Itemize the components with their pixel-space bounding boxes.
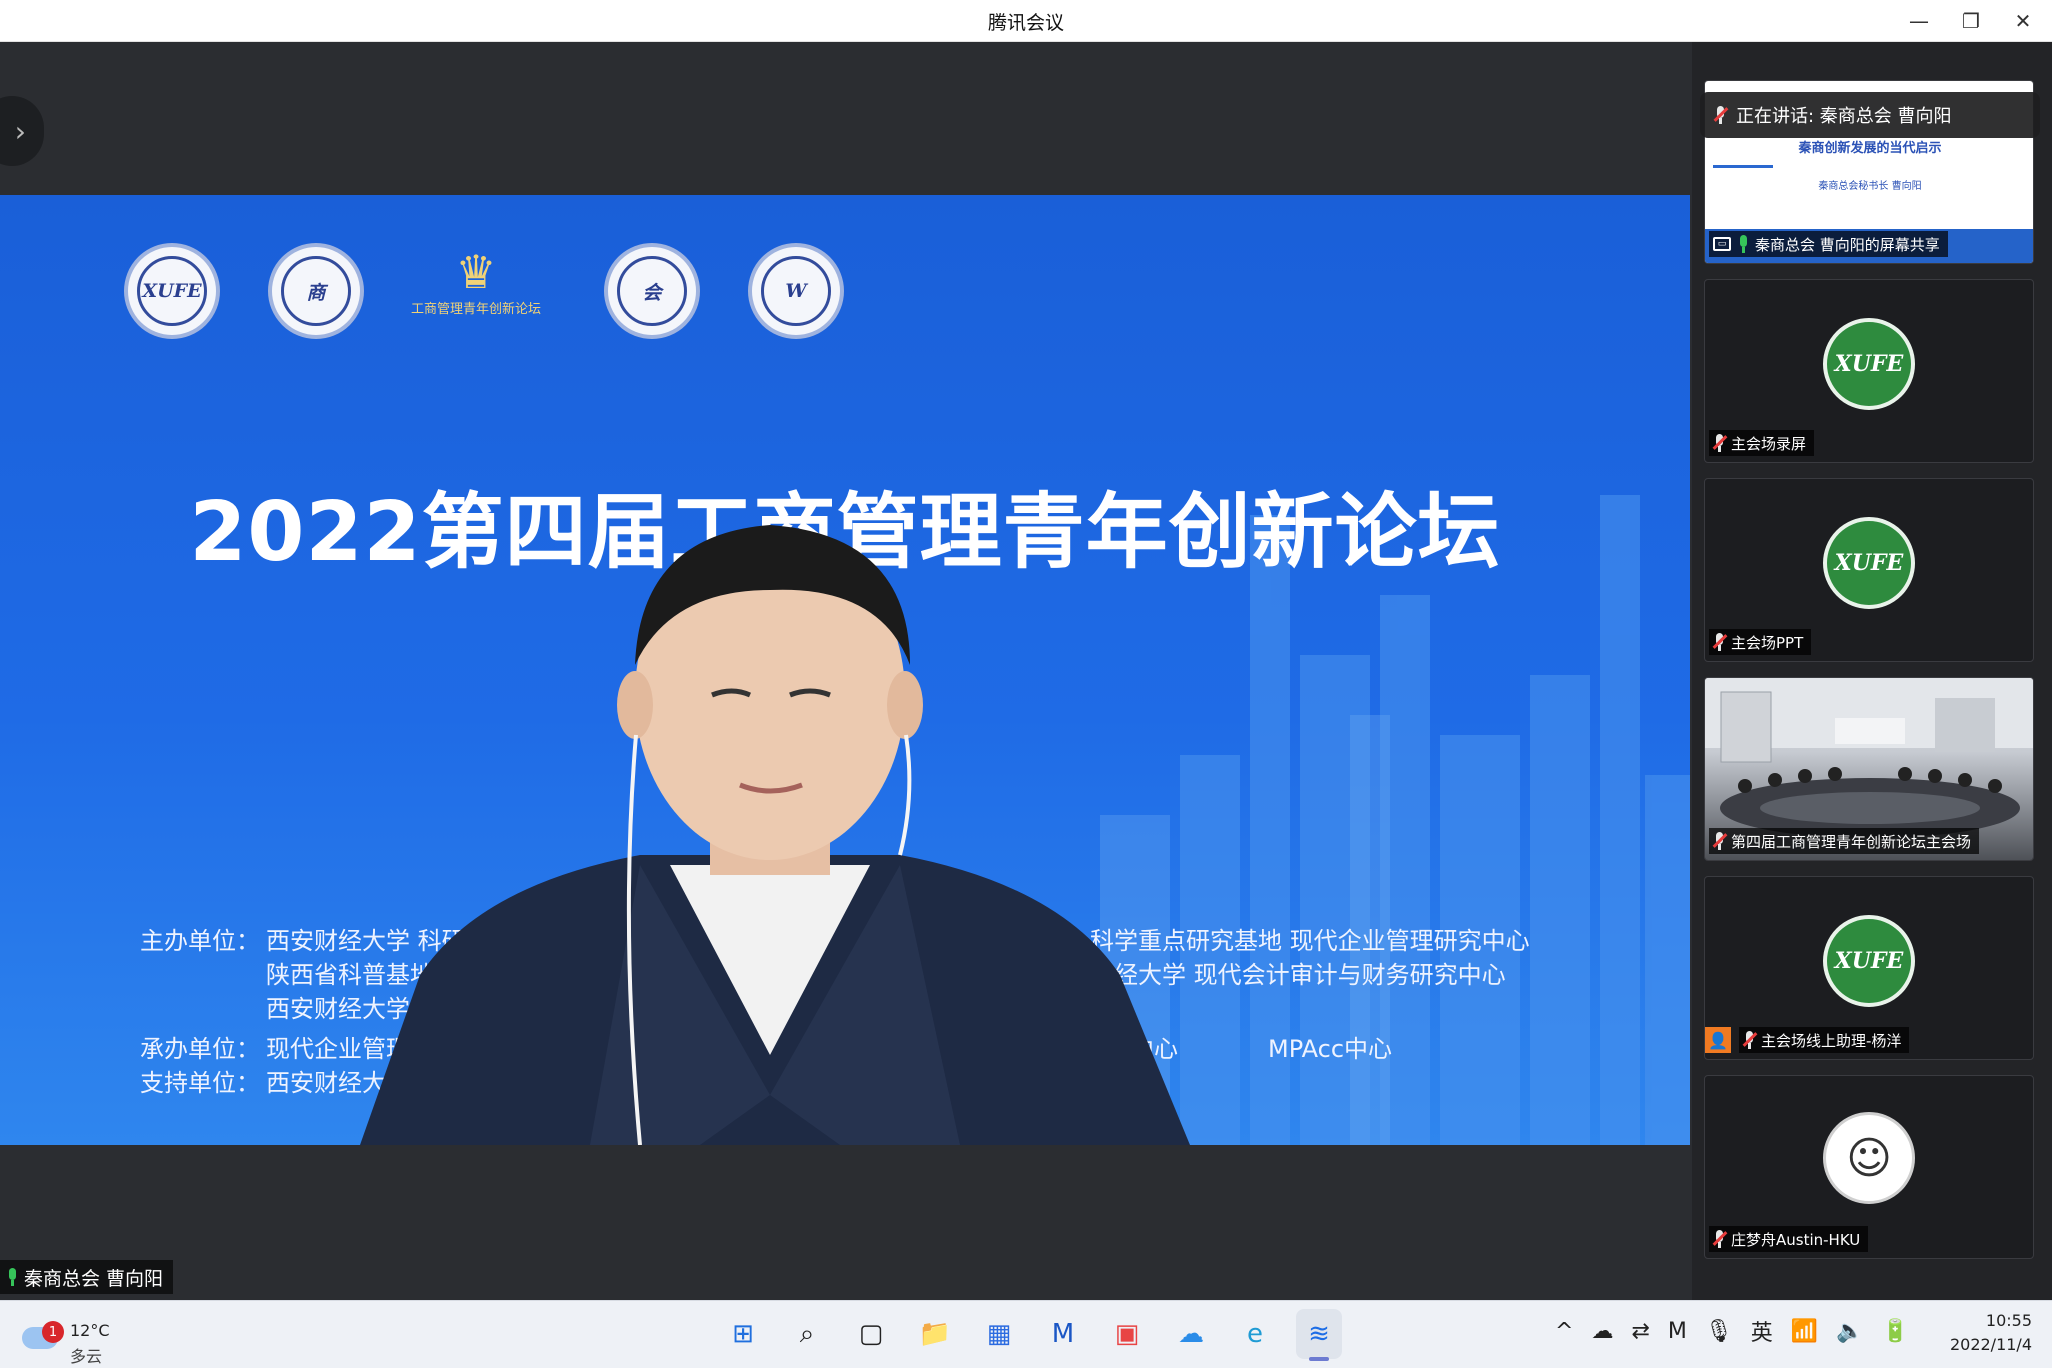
xufe-logo: XUFE <box>1823 318 1915 410</box>
time: 10:55 <box>1985 1311 2032 1330</box>
ime-icon[interactable]: 英 <box>1751 1315 1773 1347</box>
notification-badge: 1 <box>42 1321 64 1343</box>
participant-tile-assistant[interactable]: XUFE 👤 主会场线上助理-杨洋 <box>1704 876 2034 1060</box>
minimize-button[interactable]: — <box>1900 5 1938 37</box>
mic-muted-icon <box>1712 1230 1728 1248</box>
weather-temp: 12°C <box>70 1321 110 1340</box>
participant-tile-ppt[interactable]: XUFE 主会场PPT <box>1704 478 2034 662</box>
close-button[interactable]: ✕ <box>2004 5 2042 37</box>
system-tray: ^ ☁ ⇄ M 🎙 英 📶 🔈 🔋 <box>1555 1315 1909 1347</box>
support-label: 支持单位： <box>140 1069 260 1097</box>
mic-muted-icon <box>1742 1031 1758 1049</box>
now-speaking-banner: 正在讲话: 秦商总会 曹向阳 <box>1700 92 2040 138</box>
participant-name: 主会场PPT <box>1709 629 1812 655</box>
participant-tile-main-venue[interactable]: 第四届工商管理青年创新论坛主会场 <box>1704 677 2034 861</box>
mic-on-icon <box>1737 235 1749 253</box>
speaker-video <box>360 525 1190 1145</box>
participant-tile-austin[interactable]: ☺ 庄梦舟Austin-HKU <box>1704 1075 2034 1259</box>
taskbar-apps: ⊞ ⌕ ▢ 📁 ▦ M ▣ ☁ e ≋ <box>720 1309 1342 1361</box>
expand-panel-button[interactable]: › <box>0 96 44 166</box>
participant-tile-recording[interactable]: XUFE 主会场录屏 <box>1704 279 2034 463</box>
participant-name: 庄梦舟Austin-HKU <box>1709 1226 1869 1252</box>
participant-name: 第四届工商管理青年创新论坛主会场 <box>1709 828 1980 854</box>
avatar: ☺ <box>1823 1112 1915 1204</box>
university-w-logo: W <box>748 243 844 339</box>
main-video-stage: › XUFE 商 ♛ 工商管理青年创新论坛 会 W 2022第四届工商管理青年创… <box>0 42 1692 1300</box>
microphone-icon[interactable]: 🎙 <box>1705 1319 1733 1344</box>
xufe-logo: XUFE <box>1823 517 1915 609</box>
cloud-app-icon[interactable]: ☁ <box>1168 1309 1214 1359</box>
host-person-icon: 👤 <box>1705 1027 1731 1053</box>
chevron-up-icon[interactable]: ^ <box>1555 1319 1573 1344</box>
clock[interactable]: 10:55 2022/11/4 <box>1950 1309 2032 1357</box>
speaker-name-label: 秦商总会 曹向阳 <box>0 1260 174 1294</box>
start-icon[interactable]: ⊞ <box>720 1309 766 1359</box>
mic-on-icon <box>6 1268 18 1286</box>
volume-icon[interactable]: 🔈 <box>1836 1319 1863 1344</box>
task-view-icon[interactable]: ▢ <box>848 1309 894 1359</box>
windows-taskbar: 1 12°C 多云 ⊞ ⌕ ▢ 📁 ▦ M ▣ ☁ e ≋ ^ ☁ ⇄ M 🎙 英 📶 🔈 🔋 10:55 202… <box>0 1300 2052 1368</box>
restore-button[interactable]: ❐ <box>1952 5 1990 37</box>
organizer-mpacc: MPAcc中心 <box>1268 1035 1393 1063</box>
mic-muted-icon <box>1713 106 1729 124</box>
title-bar: 腾讯会议 — ❐ ✕ <box>0 0 2052 42</box>
participant-name: 主会场录屏 <box>1709 430 1815 456</box>
mail-icon[interactable]: M <box>1040 1309 1086 1359</box>
host-label: 主办单位： <box>140 927 260 955</box>
mic-muted-icon <box>1712 832 1728 850</box>
file-explorer-icon[interactable]: 📁 <box>912 1309 958 1359</box>
search-icon[interactable]: ⌕ <box>784 1309 830 1359</box>
edge-icon[interactable]: e <box>1232 1309 1278 1359</box>
weather-widget[interactable]: 1 12°C 多云 <box>22 1311 122 1366</box>
window-title: 腾讯会议 <box>987 12 1064 34</box>
switch-icon[interactable]: ⇄ <box>1631 1319 1649 1344</box>
organizer-label: 承办单位： <box>140 1035 260 1063</box>
weather-condition: 多云 <box>70 1347 103 1366</box>
business-school-logo: 商 <box>268 243 364 339</box>
date: 2022/11/4 <box>1949 1335 2032 1354</box>
institution-logo: 会 <box>604 243 700 339</box>
xufe-logo: XUFE <box>124 243 220 339</box>
mail-icon[interactable]: M <box>1668 1319 1687 1344</box>
onedrive-icon[interactable]: ☁ <box>1591 1319 1613 1344</box>
forum-logo: ♛ 工商管理青年创新论坛 <box>398 243 554 339</box>
screen-share-icon: ▭ <box>1713 237 1731 251</box>
forum-emblem-icon: ♛ <box>455 245 497 299</box>
mic-muted-icon <box>1712 434 1728 452</box>
wifi-icon[interactable]: 📶 <box>1791 1319 1818 1344</box>
battery-icon[interactable]: 🔋 <box>1882 1319 1909 1344</box>
participant-name: 👤 主会场线上助理-杨洋 <box>1705 1027 1910 1053</box>
tencent-meeting-icon[interactable]: ≋ <box>1296 1309 1342 1361</box>
huawei-app-icon[interactable]: ▣ <box>1104 1309 1150 1359</box>
shared-slide: XUFE 商 ♛ 工商管理青年创新论坛 会 W 2022第四届工商管理青年创新论… <box>0 195 1690 1145</box>
mic-muted-icon <box>1712 633 1728 651</box>
store-icon[interactable]: ▦ <box>976 1309 1022 1359</box>
participant-sidebar: 秦商创新发展的当代启示 秦商总会秘书长 曹向阳 ▭ 秦商总会 曹向阳的屏幕共享 … <box>1692 42 2052 1300</box>
xufe-logo: XUFE <box>1823 915 1915 1007</box>
participant-name: ▭ 秦商总会 曹向阳的屏幕共享 <box>1709 231 1948 257</box>
chevron-right-icon: › <box>14 114 26 148</box>
